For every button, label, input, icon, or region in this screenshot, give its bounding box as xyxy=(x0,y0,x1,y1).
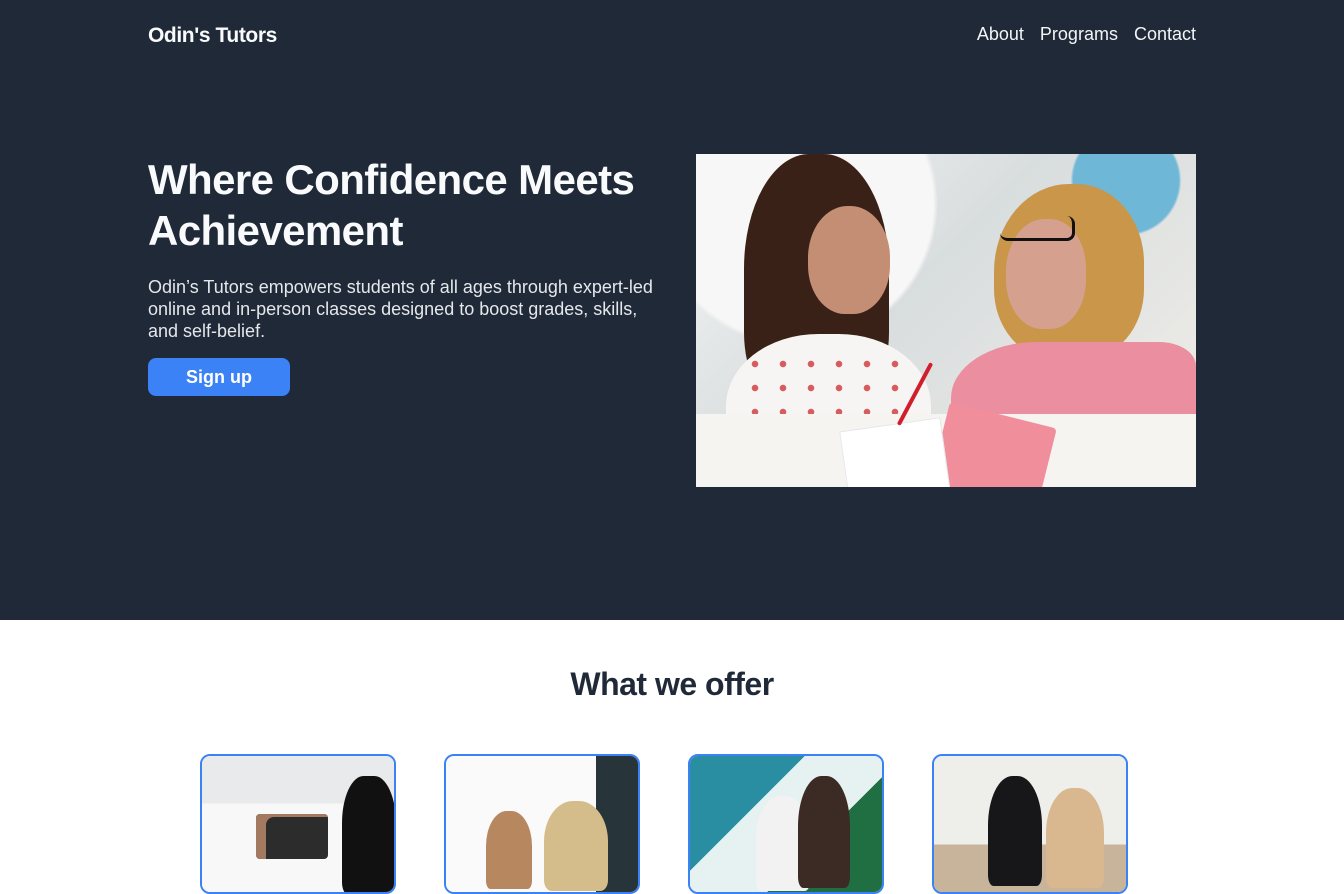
nav-link-about[interactable]: About xyxy=(977,24,1024,45)
offer-card-grid xyxy=(200,754,1128,894)
nav-links: About Programs Contact xyxy=(977,24,1196,45)
site-brand[interactable]: Odin's Tutors xyxy=(148,24,277,48)
offer-card-mentoring[interactable] xyxy=(688,754,884,894)
sign-up-button[interactable]: Sign up xyxy=(148,358,290,396)
nav-link-programs[interactable]: Programs xyxy=(1040,24,1118,45)
glasses-icon xyxy=(1000,216,1075,241)
online-learning-photo xyxy=(202,756,394,892)
nav-link-contact[interactable]: Contact xyxy=(1134,24,1196,45)
offer-card-one-on-one[interactable] xyxy=(932,754,1128,894)
student-face xyxy=(808,206,890,314)
hero-copy: Where Confidence Meets Achievement Odin’… xyxy=(148,154,653,396)
offer-card-online-learning[interactable] xyxy=(200,754,396,894)
hero-section: Odin's Tutors About Programs Contact Whe… xyxy=(0,0,1344,620)
offer-title: What we offer xyxy=(570,666,774,702)
offer-section: What we offer xyxy=(0,620,1344,894)
one-on-one-tutoring-photo xyxy=(934,756,1126,892)
hero-title: Where Confidence Meets Achievement xyxy=(148,156,635,254)
mentoring-photo xyxy=(690,756,882,892)
tutor-and-student-photo xyxy=(696,154,1196,487)
top-navigation: Odin's Tutors About Programs Contact xyxy=(148,20,1196,52)
offer-card-group-study[interactable] xyxy=(444,754,640,894)
hero-description: Odin’s Tutors empowers students of all a… xyxy=(148,277,653,341)
group-study-photo xyxy=(446,756,638,892)
